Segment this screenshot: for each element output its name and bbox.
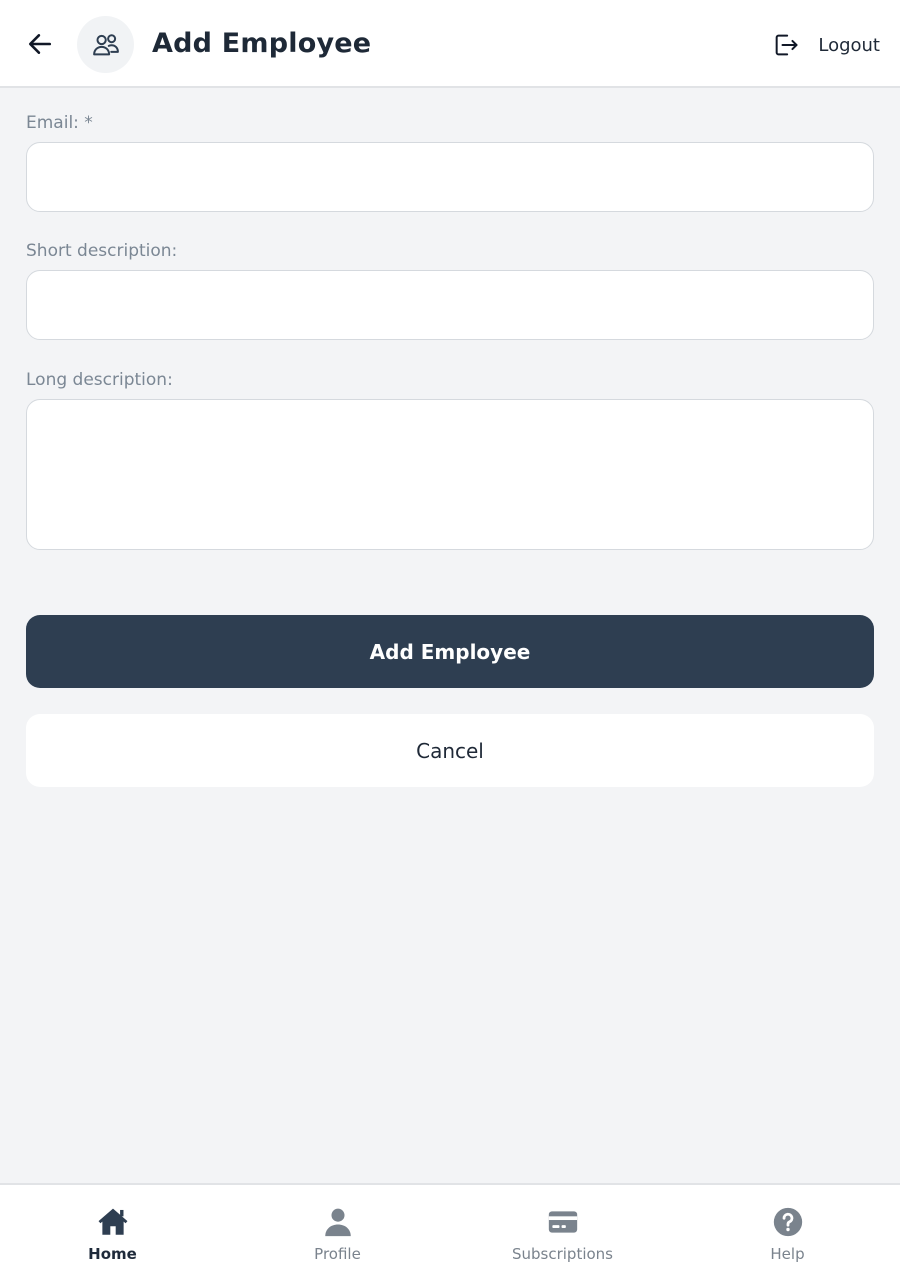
short-description-label: Short description: (26, 241, 178, 261)
cancel-button[interactable]: Cancel (26, 714, 874, 787)
long-description-field[interactable] (26, 399, 874, 550)
users-icon (92, 33, 119, 55)
employees-avatar (77, 16, 134, 73)
arrow-left-icon (28, 34, 52, 54)
nav-item-home[interactable]: Home (0, 1185, 225, 1286)
card-icon (546, 1205, 580, 1239)
logout-icon (776, 34, 798, 56)
long-description-label: Long description: (26, 370, 173, 390)
bottom-nav: Home Profile Subscriptions Help (0, 1183, 900, 1286)
app-header: Add Employee Logout (0, 0, 900, 88)
nav-label-profile: Profile (314, 1245, 361, 1263)
logout-label: Logout (818, 34, 880, 56)
page-title: Add Employee (152, 28, 372, 59)
nav-item-profile[interactable]: Profile (225, 1185, 450, 1286)
short-description-field[interactable] (26, 270, 874, 340)
home-icon (96, 1205, 130, 1239)
nav-label-subscriptions: Subscriptions (511, 1245, 613, 1263)
nav-item-subscriptions[interactable]: Subscriptions (450, 1185, 675, 1286)
nav-label-help: Help (770, 1245, 805, 1263)
back-button[interactable] (22, 26, 58, 62)
nav-label-home: Home (88, 1245, 137, 1263)
help-icon (771, 1205, 805, 1239)
email-field[interactable] (26, 142, 874, 212)
nav-item-help[interactable]: Help (675, 1185, 900, 1286)
email-label: Email: * (26, 113, 93, 133)
logout-button[interactable]: Logout (772, 28, 880, 62)
add-employee-button[interactable]: Add Employee (26, 615, 874, 688)
person-icon (321, 1205, 355, 1239)
